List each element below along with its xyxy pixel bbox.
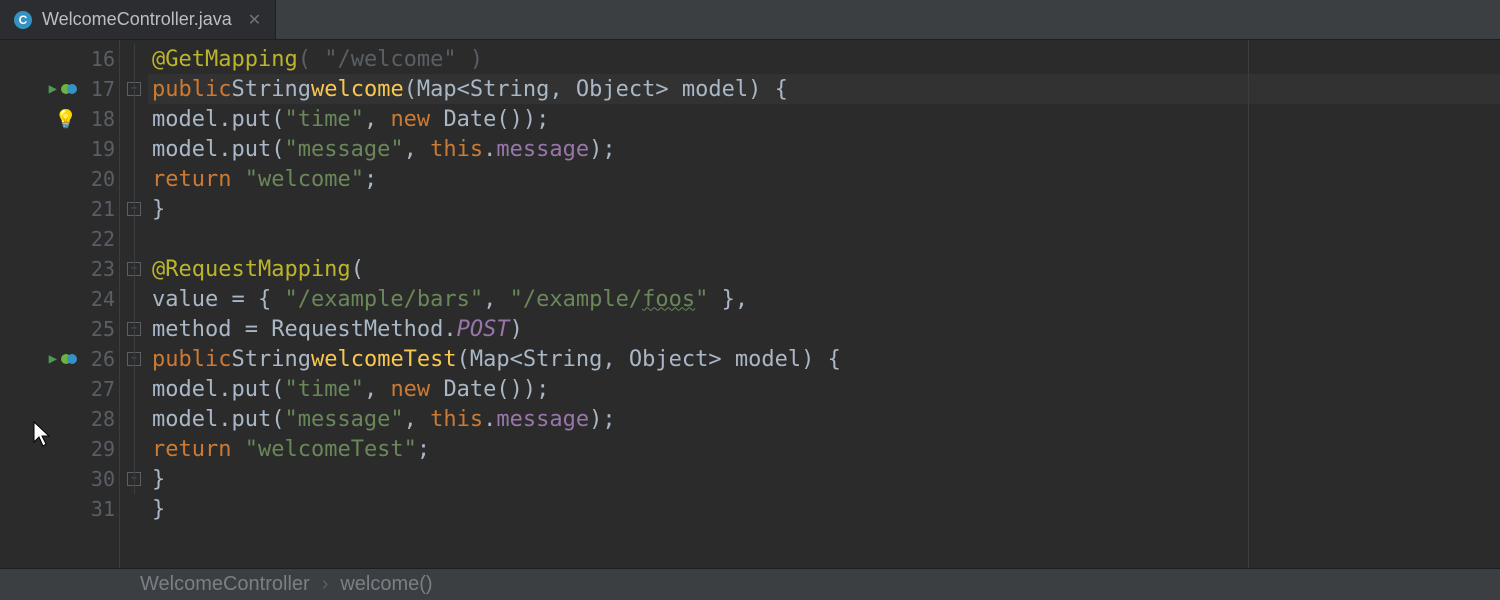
fold-toggle-icon[interactable]: −: [127, 352, 141, 366]
fold-end-icon[interactable]: −: [127, 322, 141, 336]
fold-toggle-icon[interactable]: −: [127, 82, 141, 96]
code-line[interactable]: value = { "/example/bars", "/example/foo…: [148, 284, 1500, 314]
breadcrumb-separator-icon: ›: [322, 573, 329, 596]
code-line[interactable]: method = RequestMethod.POST): [148, 314, 1500, 344]
run-gutter-icon[interactable]: ▶: [49, 351, 57, 367]
right-margin-guide: [1248, 40, 1249, 568]
code-line[interactable]: [148, 224, 1500, 254]
line-number: 24: [81, 287, 115, 311]
line-number: 22: [81, 227, 115, 251]
code-line[interactable]: @GetMapping( "/welcome" ): [148, 44, 1500, 74]
code-line[interactable]: model.put("message", this.message);: [148, 404, 1500, 434]
fold-end-icon[interactable]: −: [127, 472, 141, 486]
code-line[interactable]: return "welcome";: [148, 164, 1500, 194]
editor-area: 16 ▶ 17 💡 18 19 20 21 22 23 24 25 ▶: [0, 40, 1500, 568]
code-line[interactable]: @RequestMapping(: [148, 254, 1500, 284]
line-number: 16: [81, 47, 115, 71]
line-number: 28: [81, 407, 115, 431]
breadcrumb-bar[interactable]: WelcomeController › welcome(): [0, 568, 1500, 600]
editor-tab-active[interactable]: C WelcomeController.java ✕: [0, 0, 276, 39]
editor-tab-bar: C WelcomeController.java ✕: [0, 0, 1500, 40]
intention-bulb-icon[interactable]: 💡: [55, 109, 77, 130]
spring-bean-icon[interactable]: [61, 81, 77, 97]
code-line[interactable]: model.put("time", new Date());: [148, 374, 1500, 404]
code-line[interactable]: }: [148, 494, 1500, 524]
fold-column: − − − − − −: [120, 40, 148, 568]
line-number: 25: [81, 317, 115, 341]
line-number: 18: [81, 107, 115, 131]
line-number: 23: [81, 257, 115, 281]
editor-tab-filename: WelcomeController.java: [42, 9, 232, 30]
line-number: 17: [81, 77, 115, 101]
line-number: 30: [81, 467, 115, 491]
fold-end-icon[interactable]: −: [127, 202, 141, 216]
code-viewport[interactable]: @GetMapping( "/welcome" ) public String …: [148, 40, 1500, 568]
code-line[interactable]: return "welcomeTest";: [148, 434, 1500, 464]
line-number: 21: [81, 197, 115, 221]
line-number: 19: [81, 137, 115, 161]
breadcrumb-class[interactable]: WelcomeController: [140, 573, 310, 596]
fold-toggle-icon[interactable]: −: [127, 262, 141, 276]
code-line[interactable]: model.put("time", new Date());: [148, 104, 1500, 134]
close-tab-icon[interactable]: ✕: [248, 10, 261, 30]
editor-gutter[interactable]: 16 ▶ 17 💡 18 19 20 21 22 23 24 25 ▶: [0, 40, 120, 568]
line-number: 20: [81, 167, 115, 191]
spring-bean-icon[interactable]: [61, 351, 77, 367]
breadcrumb-method[interactable]: welcome(): [340, 573, 432, 596]
line-number: 27: [81, 377, 115, 401]
ide-root: C WelcomeController.java ✕ 16 ▶ 17 💡 18 …: [0, 0, 1500, 600]
code-line[interactable]: public String welcomeTest(Map<String, Ob…: [148, 344, 1500, 374]
java-class-icon: C: [14, 11, 32, 29]
line-number: 31: [81, 497, 115, 521]
line-number: 26: [81, 347, 115, 371]
line-number: 29: [81, 437, 115, 461]
run-gutter-icon[interactable]: ▶: [49, 81, 57, 97]
code-line[interactable]: }: [148, 194, 1500, 224]
code-line[interactable]: public String welcome(Map<String, Object…: [148, 74, 1500, 104]
code-line[interactable]: model.put("message", this.message);: [148, 134, 1500, 164]
code-line[interactable]: }: [148, 464, 1500, 494]
